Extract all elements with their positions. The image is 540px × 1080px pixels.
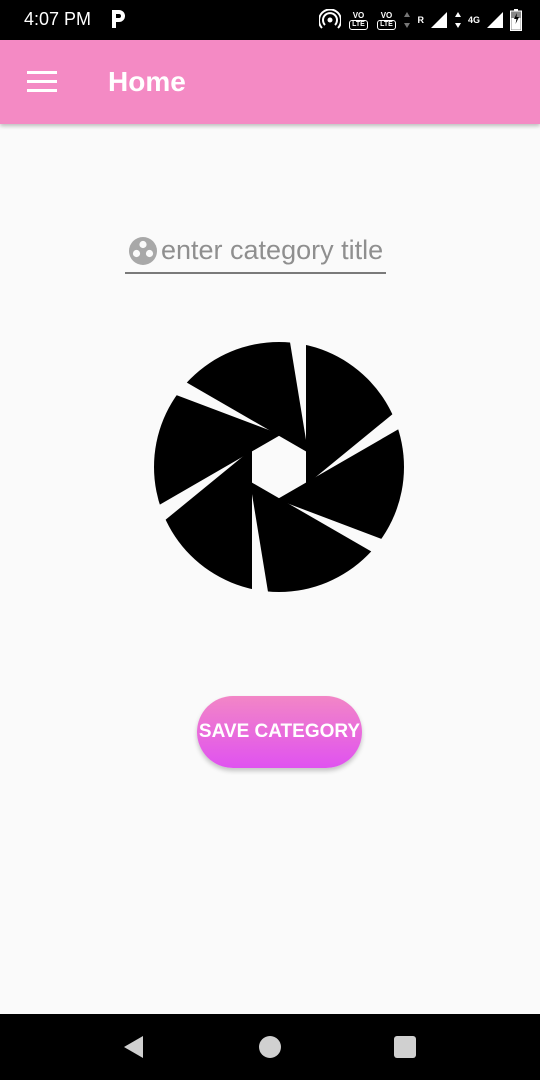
sim1-sub: LTE xyxy=(349,19,368,30)
volte-sim1-icon: VO LTE xyxy=(347,9,369,31)
parking-app-icon xyxy=(112,10,125,28)
hamburger-menu-icon[interactable] xyxy=(27,71,57,93)
network-label: 4G xyxy=(467,15,480,25)
app-bar: Home xyxy=(0,40,540,124)
category-title-field[interactable] xyxy=(125,228,386,274)
status-icons: VO LTE VO LTE R 4G xyxy=(319,6,522,34)
back-icon[interactable] xyxy=(121,1034,147,1060)
menu-button[interactable] xyxy=(20,62,64,102)
sim1-label: VO xyxy=(352,10,365,20)
recents-icon[interactable] xyxy=(392,1034,418,1060)
category-title-input[interactable] xyxy=(161,232,385,268)
battery-icon xyxy=(510,9,522,31)
aperture-blades xyxy=(154,342,404,592)
camera-aperture-icon[interactable] xyxy=(154,342,404,592)
status-bar: 4:07 PM VO LTE VO LTE R 4G xyxy=(0,0,540,40)
volte-sim2-icon: VO LTE xyxy=(375,9,397,31)
sim2-label: VO xyxy=(380,10,393,20)
category-icon xyxy=(129,237,157,265)
roaming-label: R xyxy=(417,15,424,25)
hotspot-icon xyxy=(319,9,342,29)
data-activity-icon xyxy=(404,12,411,28)
status-time: 4:07 PM xyxy=(24,9,92,29)
data-activity-icon-2 xyxy=(454,12,461,28)
home-icon[interactable] xyxy=(257,1034,283,1060)
signal-icon-2 xyxy=(487,12,503,28)
navigation-bar xyxy=(0,1014,540,1080)
save-category-label: SAVE CATEGORY xyxy=(198,721,361,742)
save-category-button[interactable]: SAVE CATEGORY xyxy=(197,696,362,768)
signal-icon xyxy=(430,12,447,28)
sim2-sub: LTE xyxy=(377,19,396,30)
page-title: Home xyxy=(108,66,186,97)
